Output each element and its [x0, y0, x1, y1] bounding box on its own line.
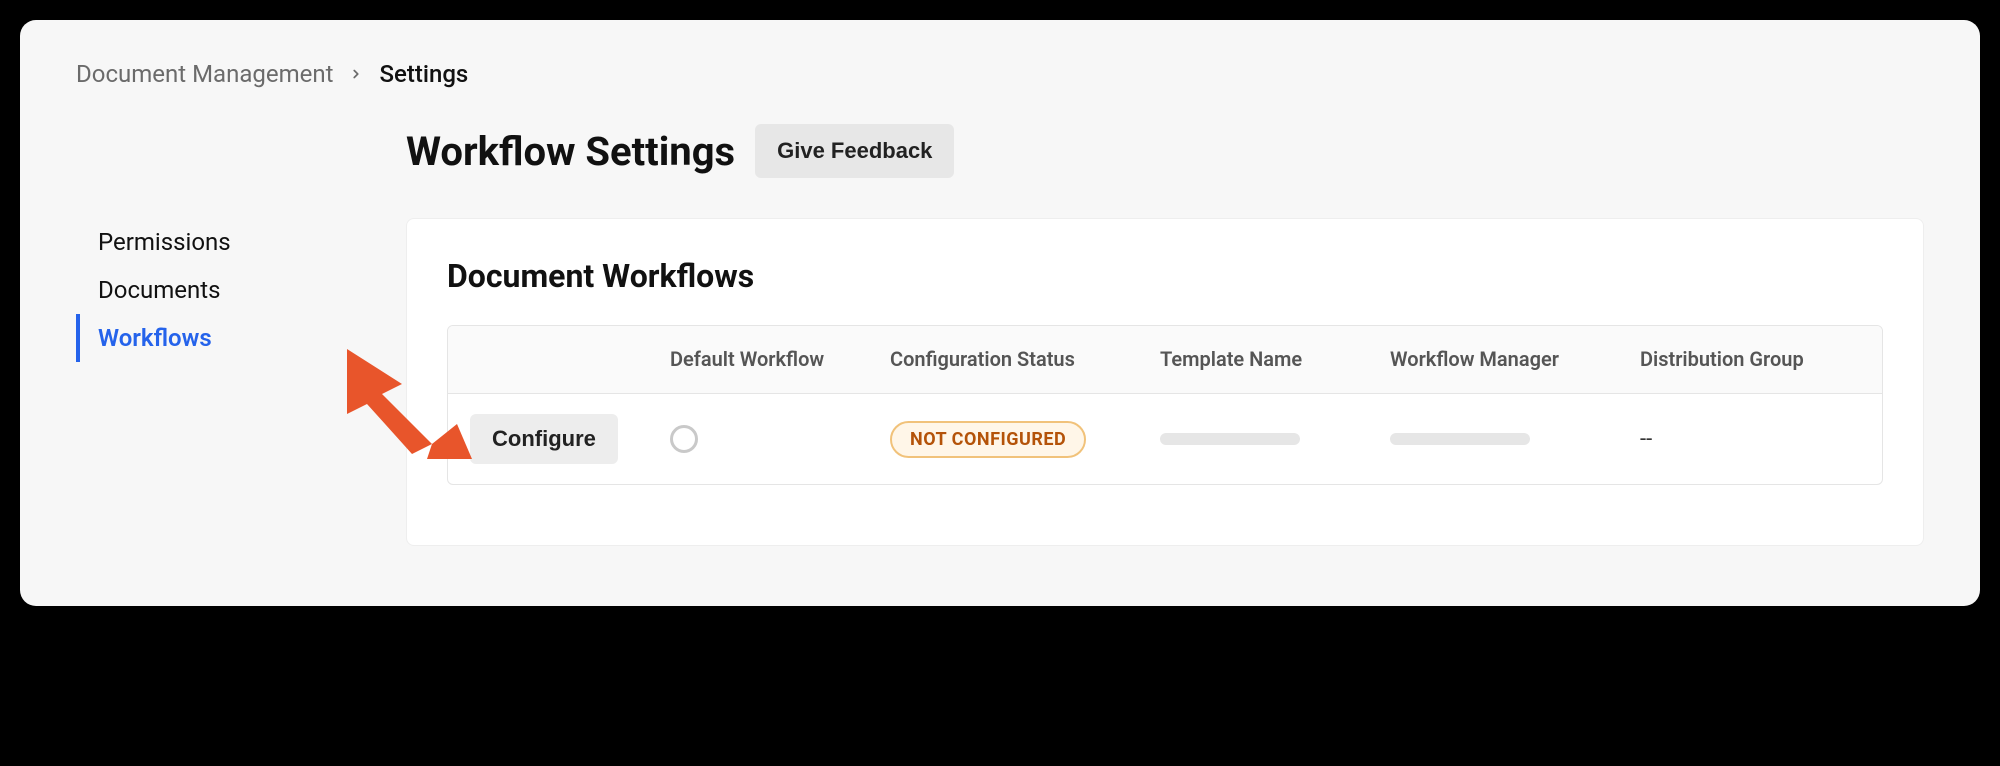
workflows-panel: Document Workflows Default Workflow Conf… [406, 218, 1924, 546]
settings-sidebar: Permissions Documents Workflows [76, 218, 406, 546]
configure-button[interactable]: Configure [470, 414, 618, 464]
distribution-group-value: -- [1640, 427, 1652, 452]
app-frame: Document Management Settings Workflow Se… [20, 20, 1980, 606]
th-configuration-status: Configuration Status [868, 326, 1138, 393]
page-title: Workflow Settings [406, 128, 735, 175]
workflows-table: Default Workflow Configuration Status Te… [447, 325, 1883, 485]
sidebar-item-workflows[interactable]: Workflows [76, 314, 406, 362]
workflow-manager-placeholder [1390, 433, 1530, 445]
page-header: Workflow Settings Give Feedback [406, 124, 1924, 178]
th-action [448, 326, 648, 393]
table-row: Configure NOT CONFIGURED -- [448, 394, 1882, 484]
breadcrumb: Document Management Settings [76, 60, 1924, 88]
breadcrumb-current: Settings [379, 60, 468, 88]
panel-title: Document Workflows [447, 257, 1883, 295]
sidebar-item-permissions[interactable]: Permissions [76, 218, 406, 266]
breadcrumb-parent[interactable]: Document Management [76, 60, 333, 88]
template-name-placeholder [1160, 433, 1300, 445]
th-distribution-group: Distribution Group [1618, 326, 1882, 393]
th-template-name: Template Name [1138, 326, 1368, 393]
sidebar-item-documents[interactable]: Documents [76, 266, 406, 314]
give-feedback-button[interactable]: Give Feedback [755, 124, 954, 178]
table-header: Default Workflow Configuration Status Te… [448, 326, 1882, 394]
status-badge: NOT CONFIGURED [890, 421, 1086, 458]
th-default-workflow: Default Workflow [648, 326, 868, 393]
th-workflow-manager: Workflow Manager [1368, 326, 1618, 393]
chevron-right-icon [349, 62, 363, 86]
default-workflow-radio[interactable] [670, 425, 698, 453]
